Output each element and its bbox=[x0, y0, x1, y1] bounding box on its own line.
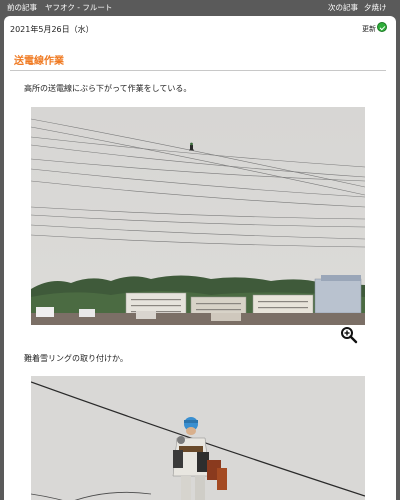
next-article-title-link[interactable]: 夕焼け bbox=[364, 2, 387, 13]
post-paragraph-1: 高所の送電線にぶら下がって作業をしている。 bbox=[24, 84, 192, 93]
power-line-photo[interactable] bbox=[31, 107, 365, 325]
worker-closeup-photo[interactable] bbox=[31, 376, 365, 500]
update-label[interactable]: 更新 bbox=[362, 24, 376, 34]
article-card: 2021年5月26日（水） 更新 送電線作業 高所の送電線にぶら下がって作業をし… bbox=[4, 16, 396, 500]
refresh-icon[interactable] bbox=[377, 22, 387, 32]
post-title: 送電線作業 bbox=[14, 56, 64, 67]
next-article-link[interactable]: 次の記事 bbox=[328, 2, 358, 13]
post-paragraph-2: 難着雪リングの取り付けか。 bbox=[24, 354, 128, 363]
prev-article-link[interactable]: 前の記事 bbox=[7, 2, 37, 13]
prev-article-title-link[interactable]: ヤフオク - フルート bbox=[45, 2, 112, 13]
top-navigation-bar: 前の記事 ヤフオク - フルート 次の記事 夕焼け bbox=[0, 0, 400, 14]
zoom-icon[interactable] bbox=[340, 326, 358, 344]
title-divider bbox=[10, 70, 386, 71]
post-date: 2021年5月26日（水） bbox=[10, 25, 94, 34]
